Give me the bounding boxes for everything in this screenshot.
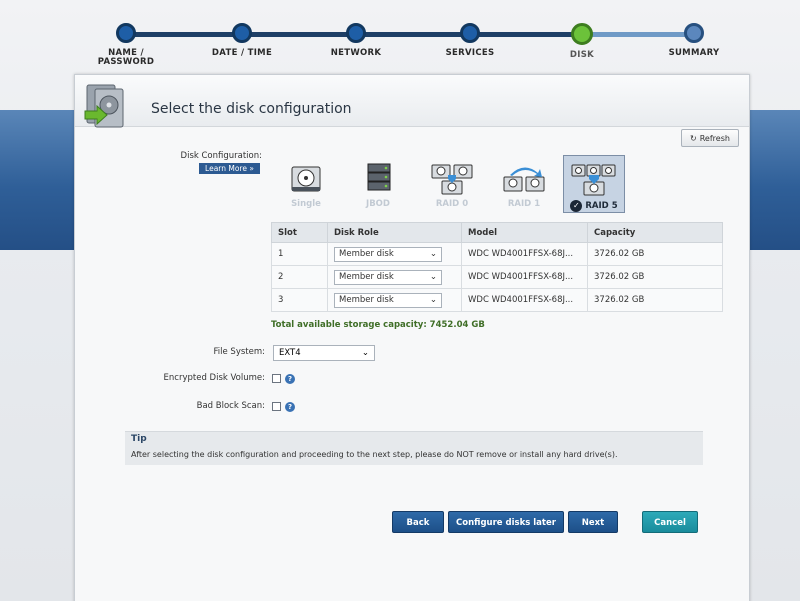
step-label: NAME / PASSWORD bbox=[97, 48, 155, 67]
disk-role-value: Member disk bbox=[339, 295, 394, 305]
step-name-password: NAME / PASSWORD bbox=[76, 23, 176, 67]
page-title: Select the disk configuration bbox=[151, 101, 352, 117]
bad-block-checkbox[interactable] bbox=[272, 402, 281, 411]
cell-capacity: 3726.02 GB bbox=[587, 265, 723, 289]
cell-capacity: 3726.02 GB bbox=[587, 288, 723, 312]
disk-config-icon bbox=[83, 81, 129, 131]
total-capacity-text: Total available storage capacity: 7452.0… bbox=[271, 320, 485, 330]
table-row: 2 Member disk ⌄ WDC WD4001FFSX-68J... 372… bbox=[271, 265, 723, 289]
checkmark-icon: ✓ bbox=[570, 200, 583, 212]
step-dot bbox=[684, 23, 704, 43]
cell-capacity: 3726.02 GB bbox=[587, 242, 723, 266]
column-header-disk-role: Disk Role bbox=[327, 222, 462, 243]
disk-role-value: Member disk bbox=[339, 249, 394, 259]
tip-text: After selecting the disk configuration a… bbox=[131, 450, 618, 459]
cell-slot: 1 bbox=[271, 242, 328, 266]
configure-later-button[interactable]: Configure disks later bbox=[448, 511, 564, 533]
step-disk: DISK bbox=[532, 23, 632, 60]
option-raid1[interactable]: RAID 1 bbox=[493, 155, 555, 213]
encrypted-checkbox[interactable] bbox=[272, 374, 281, 383]
chevron-down-icon: ⌄ bbox=[429, 249, 437, 259]
step-dot bbox=[232, 23, 252, 43]
cell-slot: 2 bbox=[271, 265, 328, 289]
file-system-value: EXT4 bbox=[279, 348, 301, 358]
step-summary: SUMMARY bbox=[644, 23, 744, 58]
next-button[interactable]: Next bbox=[568, 511, 618, 533]
cell-slot: 3 bbox=[271, 288, 328, 312]
option-label-selected: ✓ RAID 5 bbox=[564, 200, 624, 212]
bad-block-label: Bad Block Scan: bbox=[196, 401, 265, 411]
option-label: RAID 0 bbox=[435, 199, 469, 209]
column-header-capacity: Capacity bbox=[587, 222, 723, 243]
step-dot bbox=[116, 23, 136, 43]
option-jbod[interactable]: JBOD bbox=[347, 155, 409, 213]
option-label: RAID 5 bbox=[585, 201, 618, 211]
step-label: DATE / TIME bbox=[211, 48, 273, 58]
cell-role: Member disk ⌄ bbox=[327, 288, 462, 312]
panel-header: Select the disk configuration bbox=[75, 75, 749, 128]
learn-more-link[interactable]: Learn More » bbox=[199, 163, 260, 174]
step-dot bbox=[346, 23, 366, 43]
step-dot-active bbox=[571, 23, 593, 45]
step-services: SERVICES bbox=[420, 23, 520, 58]
step-label: DISK bbox=[569, 50, 595, 60]
table-row: 1 Member disk ⌄ WDC WD4001FFSX-68J... 372… bbox=[271, 242, 723, 266]
option-single[interactable]: Single bbox=[275, 155, 337, 213]
table-header-row: Slot Disk Role Model Capacity bbox=[271, 222, 723, 243]
option-label: RAID 1 bbox=[507, 199, 541, 209]
cancel-button[interactable]: Cancel bbox=[642, 511, 698, 533]
disk-table: Slot Disk Role Model Capacity 1 Member d… bbox=[271, 222, 723, 312]
disk-role-value: Member disk bbox=[339, 272, 394, 282]
cell-model: WDC WD4001FFSX-68J... bbox=[461, 265, 588, 289]
cell-model: WDC WD4001FFSX-68J... bbox=[461, 288, 588, 312]
tip-title: Tip bbox=[131, 434, 147, 444]
raid1-disk-icon bbox=[503, 167, 545, 192]
step-date-time: DATE / TIME bbox=[192, 23, 292, 58]
back-button[interactable]: Back bbox=[392, 511, 444, 533]
single-disk-icon bbox=[291, 166, 321, 192]
step-label: SERVICES bbox=[445, 48, 495, 58]
disk-role-select[interactable]: Member disk ⌄ bbox=[334, 269, 442, 285]
step-label: NETWORK bbox=[330, 48, 382, 58]
column-header-model: Model bbox=[461, 222, 588, 243]
wizard-stepper: NAME / PASSWORD DATE / TIME NETWORK SERV… bbox=[98, 18, 730, 74]
step-label: SUMMARY bbox=[668, 48, 720, 58]
chevron-down-icon: ⌄ bbox=[429, 295, 437, 305]
cell-model: WDC WD4001FFSX-68J... bbox=[461, 242, 588, 266]
option-raid0[interactable]: RAID 0 bbox=[421, 155, 483, 213]
option-label: Single bbox=[291, 199, 321, 209]
refresh-label: Refresh bbox=[699, 133, 730, 143]
chevron-down-icon: ⌄ bbox=[429, 272, 437, 282]
tip-box: Tip After selecting the disk configurati… bbox=[125, 431, 703, 465]
file-system-select[interactable]: EXT4 ⌄ bbox=[273, 345, 375, 361]
file-system-label: File System: bbox=[213, 347, 266, 357]
column-header-slot: Slot bbox=[271, 222, 328, 243]
table-row: 3 Member disk ⌄ WDC WD4001FFSX-68J... 372… bbox=[271, 288, 723, 312]
option-label: JBOD bbox=[366, 199, 390, 209]
chevron-down-icon: ⌄ bbox=[361, 348, 369, 358]
cell-role: Member disk ⌄ bbox=[327, 242, 462, 266]
disk-role-select[interactable]: Member disk ⌄ bbox=[334, 246, 442, 262]
raid5-disk-icon bbox=[571, 164, 616, 196]
disk-config-label: Disk Configuration: bbox=[180, 151, 262, 161]
step-network: NETWORK bbox=[306, 23, 406, 58]
cell-role: Member disk ⌄ bbox=[327, 265, 462, 289]
help-icon[interactable]: ? bbox=[285, 402, 295, 412]
jbod-disk-icon bbox=[367, 163, 391, 191]
encrypted-label: Encrypted Disk Volume: bbox=[163, 373, 265, 383]
refresh-icon: ↻ bbox=[690, 133, 697, 143]
disk-role-select[interactable]: Member disk ⌄ bbox=[334, 292, 442, 308]
refresh-button[interactable]: ↻ Refresh bbox=[681, 129, 739, 147]
raid0-disk-icon bbox=[431, 164, 473, 195]
option-raid5[interactable]: ✓ RAID 5 bbox=[563, 155, 625, 213]
help-icon[interactable]: ? bbox=[285, 374, 295, 384]
step-dot bbox=[460, 23, 480, 43]
